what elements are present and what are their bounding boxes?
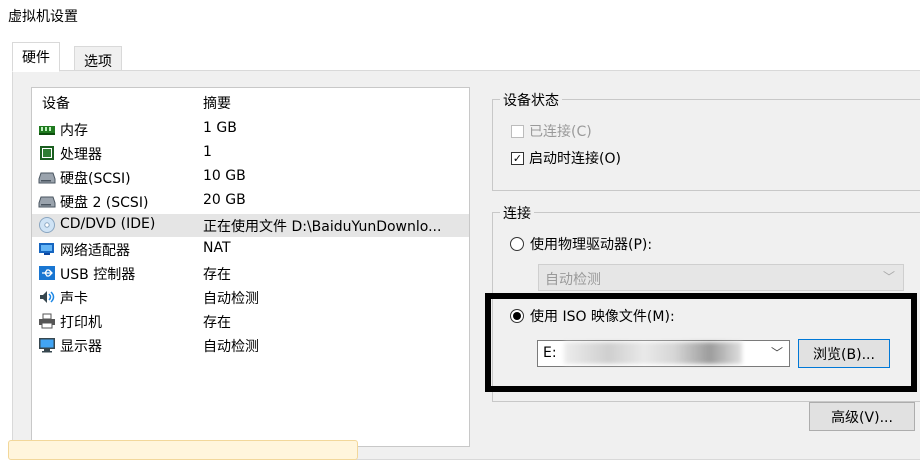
use-physical-drive-radio[interactable] — [510, 237, 524, 251]
device-status-group — [492, 99, 920, 191]
device-name: 硬盘(SCSI) — [60, 171, 131, 187]
column-header-summary[interactable]: 摘要 — [203, 93, 231, 113]
printer-icon — [39, 313, 55, 329]
connected-checkbox[interactable] — [511, 124, 524, 138]
radio-selected-dot — [513, 312, 521, 320]
device-name: 显示器 — [60, 339, 102, 355]
device-row-memory[interactable]: 内存 1 GB — [32, 118, 469, 141]
memory-icon — [39, 126, 55, 135]
device-row-usb-controller[interactable]: USB 控制器 存在 — [32, 262, 469, 285]
use-iso-image-radio[interactable] — [510, 309, 524, 323]
iso-path-combobox[interactable]: E: ﹀ — [537, 340, 790, 367]
physical-drive-select-value: 自动检测 — [545, 272, 601, 288]
hard-disk-icon — [38, 172, 56, 184]
connected-checkbox-row[interactable]: 已连接(C) — [511, 121, 592, 141]
use-iso-image-row[interactable]: 使用 ISO 映像文件(M): — [510, 306, 675, 326]
use-iso-image-label: 使用 ISO 映像文件(M): — [530, 309, 675, 325]
device-row-network-adapter[interactable]: 网络适配器 NAT — [32, 238, 469, 261]
use-physical-drive-label: 使用物理驱动器(P): — [530, 237, 653, 253]
device-summary: 10 GB — [203, 168, 246, 184]
display-icon — [39, 338, 55, 353]
iso-path-value: E: — [543, 345, 557, 361]
device-row-hard-disk-scsi[interactable]: 硬盘(SCSI) 10 GB — [32, 166, 469, 189]
redacted-path-blur — [564, 342, 742, 364]
connection-legend: 连接 — [500, 203, 534, 223]
connect-at-power-on-checkbox[interactable]: ✓ — [511, 151, 524, 165]
connect-at-power-on-label: 启动时连接(O) — [529, 151, 621, 167]
sound-card-icon — [40, 291, 55, 303]
chevron-down-icon: ﹀ — [882, 270, 895, 284]
device-summary: 正在使用文件 D:\BaiduYunDownlo... — [203, 219, 442, 235]
device-row-printer[interactable]: 打印机 存在 — [32, 310, 469, 333]
device-status-legend: 设备状态 — [500, 90, 562, 110]
device-name: USB 控制器 — [60, 267, 136, 283]
device-name: 内存 — [60, 123, 88, 139]
processor-icon — [40, 146, 54, 160]
device-row-processor[interactable]: 处理器 1 — [32, 142, 469, 165]
device-summary: 20 GB — [203, 192, 246, 208]
list-header: 设备 摘要 — [32, 90, 469, 112]
device-row-hard-disk-2-scsi[interactable]: 硬盘 2 (SCSI) 20 GB — [32, 190, 469, 213]
usb-icon — [39, 266, 55, 280]
device-summary: 1 — [203, 144, 212, 160]
connected-label: 已连接(C) — [529, 124, 592, 140]
device-summary: NAT — [203, 240, 231, 256]
use-physical-drive-row[interactable]: 使用物理驱动器(P): — [510, 234, 652, 254]
device-name: 网络适配器 — [60, 243, 130, 259]
connect-at-power-on-row[interactable]: ✓ 启动时连接(O) — [511, 148, 621, 168]
chevron-down-icon[interactable]: ﹀ — [771, 344, 783, 361]
window-title: 虚拟机设置 — [8, 9, 78, 25]
device-row-cd-dvd-ide[interactable]: CD/DVD (IDE) 正在使用文件 D:\BaiduYunDownlo... — [32, 214, 469, 237]
tab-options[interactable]: 选项 — [74, 46, 122, 71]
device-name: 声卡 — [60, 291, 88, 307]
device-summary: 存在 — [203, 315, 231, 331]
device-name: 硬盘 2 (SCSI) — [60, 195, 149, 211]
device-summary: 自动检测 — [203, 339, 259, 355]
device-row-sound-card[interactable]: 声卡 自动检测 — [32, 286, 469, 309]
device-summary: 自动检测 — [203, 291, 259, 307]
browse-button[interactable]: 浏览(B)... — [798, 339, 890, 368]
tab-hardware[interactable]: 硬件 — [12, 42, 60, 72]
device-name: CD/DVD (IDE) — [60, 216, 156, 232]
tooltip-hint — [8, 440, 358, 460]
cd-dvd-icon — [39, 217, 55, 233]
advanced-button[interactable]: 高级(V)... — [809, 402, 915, 431]
device-row-display[interactable]: 显示器 自动检测 — [32, 334, 469, 357]
device-list[interactable]: 设备 摘要 内存 1 GB 处理器 1 硬盘(SCSI) 10 GB 硬盘 2 … — [31, 87, 470, 447]
network-adapter-icon — [39, 243, 54, 255]
device-name: 处理器 — [60, 147, 102, 163]
physical-drive-select[interactable]: 自动检测 ﹀ — [538, 264, 904, 291]
hard-disk-icon — [38, 196, 56, 208]
device-name: 打印机 — [60, 315, 102, 331]
device-summary: 1 GB — [203, 120, 237, 136]
device-summary: 存在 — [203, 267, 231, 283]
column-header-device[interactable]: 设备 — [42, 93, 70, 113]
